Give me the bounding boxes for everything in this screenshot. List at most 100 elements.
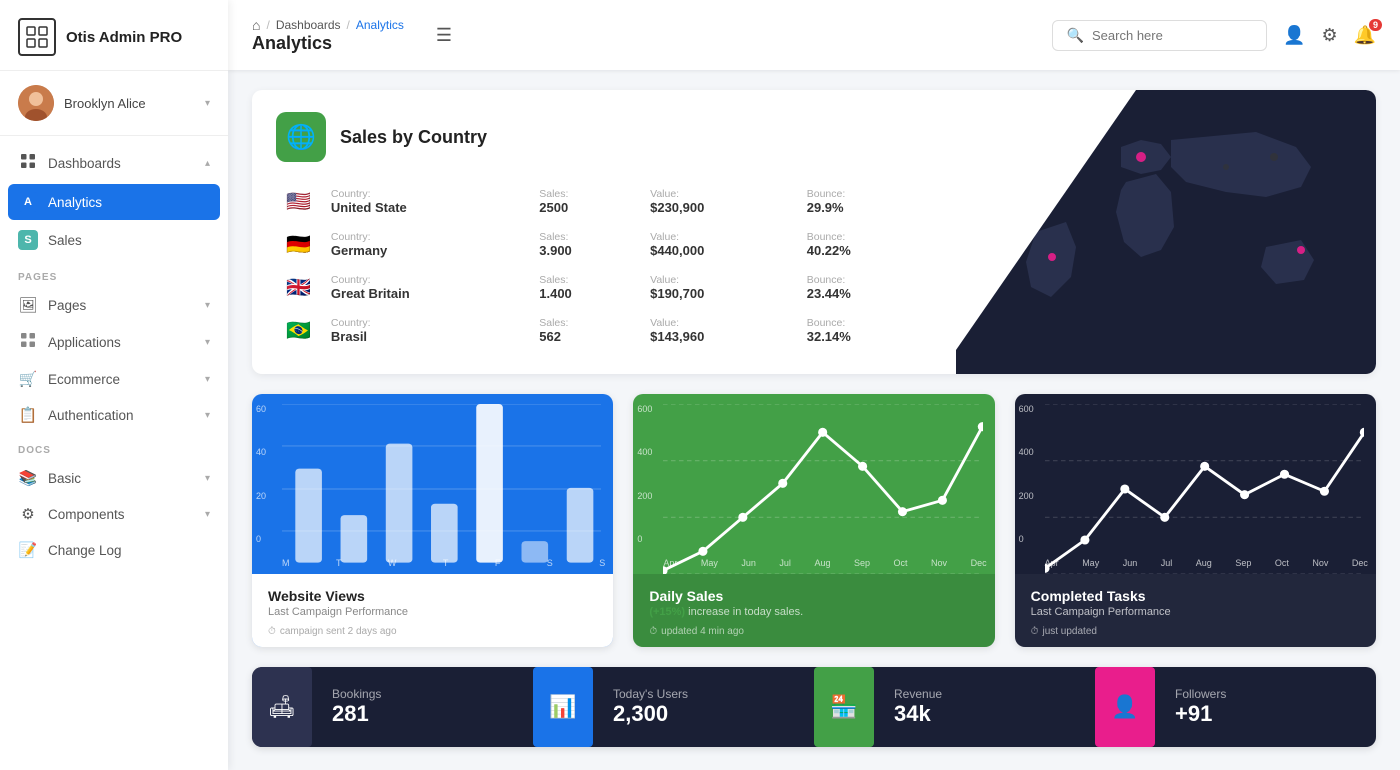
search-box[interactable]: 🔍	[1052, 20, 1267, 51]
table-row: 🇧🇷 Country: Brasil Sales: 562 Value: $14…	[276, 309, 932, 352]
x-label-f: F	[495, 558, 501, 568]
world-map	[956, 90, 1376, 374]
clock-icon-3: ⏱	[1031, 626, 1039, 637]
y-600-dark: 600	[1019, 404, 1034, 414]
x-label-s2: S	[599, 558, 605, 568]
sidebar-item-changelog[interactable]: 📝 Change Log	[0, 532, 228, 568]
today-users-label: Today's Users	[613, 687, 794, 701]
sidebar-item-components[interactable]: ⚙ Components ▾	[0, 496, 228, 532]
user-name: Brooklyn Alice	[64, 96, 195, 111]
components-chevron-icon: ▾	[205, 509, 210, 520]
user-profile-icon[interactable]: 👤	[1283, 25, 1305, 46]
header: ⌂ / Dashboards / Analytics Analytics ☰ 🔍…	[228, 0, 1400, 70]
line-chart-area-green: 600 400 200 0	[633, 394, 994, 574]
sales-cell: Sales: 2500	[529, 180, 640, 223]
header-right: 🔍 👤 ⚙ 🔔 9	[1052, 20, 1376, 51]
sidebar-item-applications[interactable]: Applications ▾	[0, 323, 228, 361]
sidebar-item-pages[interactable]: 🖼 Pages ▾	[0, 287, 228, 323]
website-views-body: Website Views Last Campaign Performance …	[252, 574, 613, 647]
sidebar-components-label: Components	[48, 507, 195, 522]
sidebar-user[interactable]: Brooklyn Alice ▾	[0, 71, 228, 136]
revenue-icon: 🏪	[830, 694, 857, 720]
daily-sales-footer: ⏱ updated 4 min ago	[649, 626, 978, 637]
followers-icon-wrap: 👤	[1095, 667, 1155, 747]
sidebar-item-dashboards[interactable]: Dashboards ▴	[0, 144, 228, 182]
y-label-40: 40	[256, 447, 266, 457]
sidebar-item-authentication[interactable]: 📋 Authentication ▾	[0, 397, 228, 433]
pages-icon: 🖼	[18, 296, 38, 314]
content-area: 🌐 Sales by Country 🇺🇸 Country: United St…	[228, 70, 1400, 770]
flag-cell: 🇺🇸	[276, 180, 321, 223]
x-label-t1: T	[336, 558, 342, 568]
dashboards-chevron-icon: ▴	[205, 158, 210, 169]
value-cell: Value: $143,960	[640, 309, 797, 352]
green-line-chart-svg	[663, 404, 982, 574]
y-label-20: 20	[256, 491, 266, 501]
bounce-cell: Bounce: 29.9%	[797, 180, 932, 223]
completed-tasks-body: Completed Tasks Last Campaign Performanc…	[1015, 574, 1376, 647]
sidebar-authentication-label: Authentication	[48, 408, 195, 423]
sales-cell: Sales: 3.900	[529, 223, 640, 266]
sales-highlight: (+15%)	[649, 606, 685, 618]
bounce-cell: Bounce: 32.14%	[797, 309, 932, 352]
completed-tasks-card: 600 400 200 0	[1015, 394, 1376, 647]
sidebar-item-analytics[interactable]: A Analytics	[8, 184, 220, 220]
sidebar-dashboards-label: Dashboards	[48, 156, 195, 171]
flag-cell: 🇬🇧	[276, 266, 321, 309]
breadcrumb-dashboards: Dashboards	[276, 18, 341, 32]
y-200-dark: 200	[1019, 491, 1034, 501]
green-y-labels: 600 400 200 0	[637, 404, 652, 544]
today-users-icon: 📊	[549, 694, 576, 720]
globe-icon: 🌐	[276, 112, 326, 162]
bar-y-labels: 60 40 20 0	[256, 404, 266, 544]
followers-icon: 👤	[1111, 694, 1138, 720]
stats-row: 🛋 Bookings 281 📊 Today's Users 2,300 🏪 R…	[252, 667, 1376, 747]
charts-row: 60 40 20 0	[252, 394, 1376, 647]
sales-card-header: 🌐 Sales by Country	[276, 112, 932, 162]
sidebar-item-sales[interactable]: S Sales	[8, 222, 220, 258]
table-row: 🇺🇸 Country: United State Sales: 2500 Val…	[276, 180, 932, 223]
value-cell: Value: $440,000	[640, 223, 797, 266]
main-content: ⌂ / Dashboards / Analytics Analytics ☰ 🔍…	[228, 0, 1400, 770]
notification-badge: 9	[1369, 19, 1382, 31]
sidebar-analytics-label: Analytics	[48, 195, 210, 210]
sidebar-nav: Dashboards ▴ A Analytics S Sales PAGES 🖼…	[0, 136, 228, 770]
table-row: 🇩🇪 Country: Germany Sales: 3.900 Value: …	[276, 223, 932, 266]
dark-x-labels: Apr May Jun Jul Aug Sep Oct Nov Dec	[1045, 558, 1368, 568]
y-400: 400	[637, 447, 652, 457]
sales-letter-icon: S	[18, 230, 38, 250]
authentication-chevron-icon: ▾	[205, 410, 210, 421]
website-views-title: Website Views	[268, 588, 597, 604]
bar-chart-svg	[282, 404, 601, 574]
ecommerce-icon: 🛒	[18, 370, 38, 388]
y-0-dark: 0	[1019, 534, 1034, 544]
x-label-t2: T	[443, 558, 449, 568]
search-input[interactable]	[1092, 28, 1252, 43]
authentication-icon: 📋	[18, 406, 38, 424]
revenue-info: Revenue 34k	[874, 687, 1095, 727]
flag-cell: 🇧🇷	[276, 309, 321, 352]
sales-card-title: Sales by Country	[340, 127, 487, 148]
applications-chevron-icon: ▾	[205, 337, 210, 348]
sidebar-item-basic[interactable]: 📚 Basic ▾	[0, 460, 228, 496]
applications-icon	[18, 332, 38, 352]
y-400-dark: 400	[1019, 447, 1034, 457]
analytics-letter-icon: A	[18, 192, 38, 212]
completed-tasks-subtitle: Last Campaign Performance	[1031, 606, 1360, 618]
settings-icon[interactable]: ⚙	[1321, 25, 1337, 46]
notification-bell[interactable]: 🔔 9	[1354, 25, 1376, 46]
website-views-subtitle: Last Campaign Performance	[268, 606, 597, 618]
table-row: 🇬🇧 Country: Great Britain Sales: 1.400 V…	[276, 266, 932, 309]
revenue-value: 34k	[894, 701, 1075, 727]
revenue-label: Revenue	[894, 687, 1075, 701]
sidebar-item-ecommerce[interactable]: 🛒 Ecommerce ▾	[0, 361, 228, 397]
basic-chevron-icon: ▾	[205, 473, 210, 484]
country-cell: Country: United State	[321, 180, 529, 223]
clock-icon-2: ⏱	[649, 626, 657, 637]
dark-y-labels: 600 400 200 0	[1019, 404, 1034, 544]
hamburger-icon[interactable]: ☰	[436, 25, 452, 46]
breadcrumb-analytics: Analytics	[356, 18, 404, 32]
pages-chevron-icon: ▾	[205, 300, 210, 311]
search-icon: 🔍	[1067, 27, 1084, 44]
docs-section-label: DOCS	[0, 433, 228, 460]
